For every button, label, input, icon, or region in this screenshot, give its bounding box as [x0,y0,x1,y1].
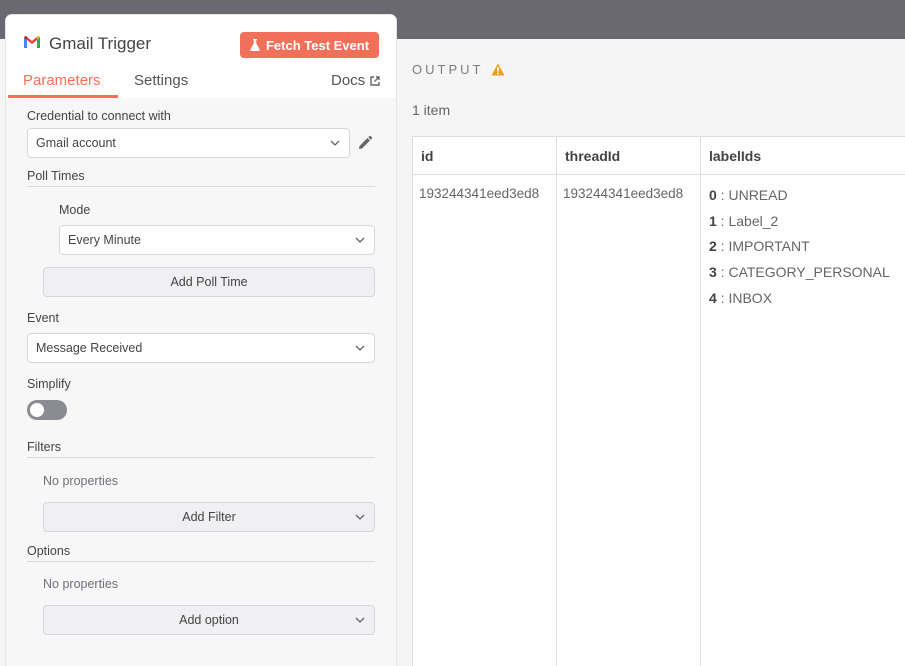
label-value: Label_2 [728,213,779,229]
add-filter-label: Add Filter [182,510,236,524]
chevron-down-icon [355,237,365,243]
poll-times-title: Poll Times [27,169,85,183]
options-title: Options [27,544,71,558]
credential-label: Credential to connect with [27,109,171,123]
edit-credential-icon[interactable] [357,135,373,151]
column-divider [556,137,557,666]
label-item: 4 : INBOX [709,290,773,306]
label-value: INBOX [728,290,773,306]
add-option-label: Add option [179,613,239,627]
simplify-label: Simplify [27,377,71,391]
column-header-labelids[interactable]: labelIds [701,137,905,175]
add-poll-time-label: Add Poll Time [170,275,248,289]
cell-threadid: 193244341eed3ed8 [563,186,684,201]
label-index: 2 [709,238,717,254]
output-table: id threadId labelIds 193244341eed3ed8 19… [412,136,905,666]
mode-value: Every Minute [68,233,141,247]
credential-select[interactable]: Gmail account [27,128,350,158]
chevron-down-icon [355,345,365,351]
fetch-test-event-button[interactable]: Fetch Test Event [240,32,379,58]
flask-icon [250,39,260,51]
node-title: Gmail Trigger [49,34,152,53]
panel-header: Gmail Trigger Fetch Test Event Parameter… [6,15,396,98]
event-value: Message Received [36,341,143,355]
column-divider [700,137,701,666]
output-title: OUTPUT [412,62,506,77]
label-item: 0 : UNREAD [709,187,788,203]
label-index: 3 [709,264,717,280]
options-divider [27,561,375,562]
chevron-down-icon [355,514,365,520]
simplify-toggle[interactable] [27,400,67,420]
label-item: 1 : Label_2 [709,213,779,229]
warning-icon[interactable] [491,63,506,76]
event-label: Event [27,311,59,325]
docs-link[interactable]: Docs [331,72,380,89]
add-filter-button[interactable]: Add Filter [43,502,375,532]
options-empty-text: No properties [43,577,119,591]
credential-value: Gmail account [36,136,116,150]
column-header-id[interactable]: id [413,137,557,175]
parameters-body: Credential to connect with Gmail account… [6,98,396,666]
label-value: UNREAD [728,187,788,203]
column-header-threadid[interactable]: threadId [557,137,701,175]
label-value: IMPORTANT [728,238,810,254]
label-item: 3 : CATEGORY_PERSONAL [709,264,890,280]
gmail-icon [24,36,40,48]
add-poll-time-button[interactable]: Add Poll Time [43,267,375,297]
output-title-text: OUTPUT [412,62,484,77]
node-parameters-panel: Gmail Trigger Fetch Test Event Parameter… [6,15,396,666]
mode-select[interactable]: Every Minute [59,225,375,255]
label-index: 4 [709,290,717,306]
fetch-test-event-label: Fetch Test Event [265,37,370,53]
chevron-down-icon [330,140,340,146]
tab-settings[interactable]: Settings [134,72,188,89]
add-option-button[interactable]: Add option [43,605,375,635]
mode-label: Mode [59,203,91,217]
label-index: 1 [709,213,717,229]
label-value: CATEGORY_PERSONAL [728,264,890,280]
external-link-icon [370,75,380,86]
cell-id: 193244341eed3ed8 [419,186,540,201]
filters-title: Filters [27,440,62,454]
filters-divider [27,457,375,458]
filters-empty-text: No properties [43,474,119,488]
docs-label: Docs [331,72,366,89]
item-count: 1 item [412,102,451,118]
toggle-knob [30,403,44,417]
chevron-down-icon [355,617,365,623]
tab-parameters[interactable]: Parameters [23,72,101,89]
label-item: 2 : IMPORTANT [709,238,810,254]
label-index: 0 [709,187,717,203]
poll-times-divider [27,186,375,187]
event-select[interactable]: Message Received [27,333,375,363]
